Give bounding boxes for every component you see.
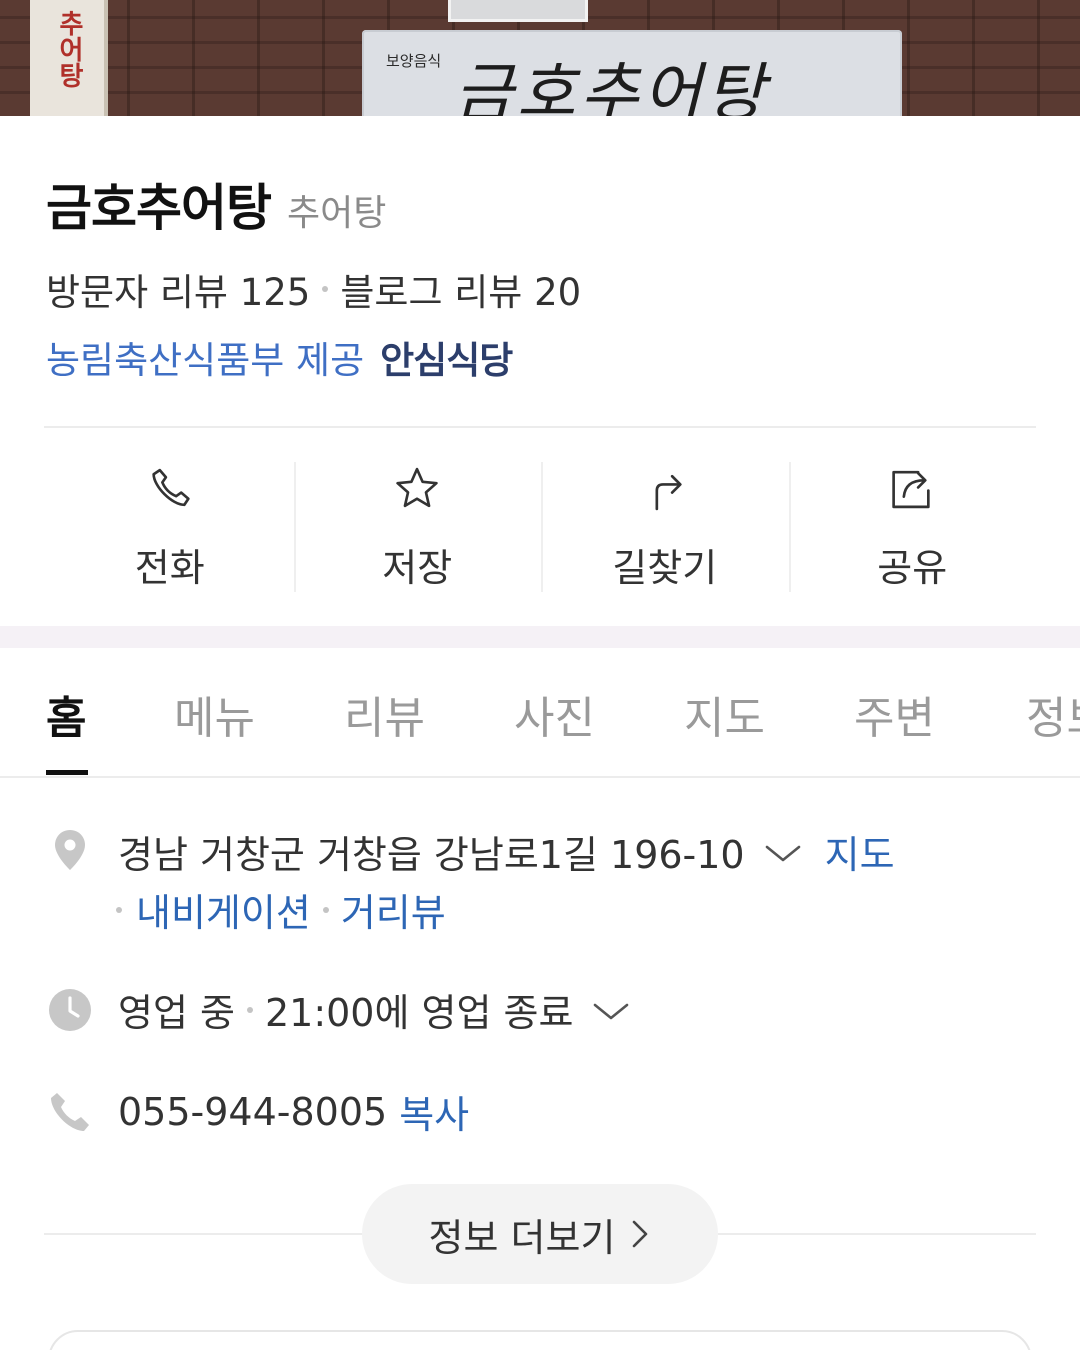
open-status: 영업 중 xyxy=(118,991,235,1035)
save-button[interactable]: 저장 xyxy=(293,462,542,592)
review-summary: 방문자 리뷰 125 블로그 리뷰 20 xyxy=(46,262,581,316)
save-label: 저장 xyxy=(382,546,453,590)
separator-dot xyxy=(322,286,329,292)
active-tab-indicator xyxy=(46,770,88,775)
separator-dot xyxy=(116,906,122,913)
phone-row: 055-944-8005 복사 xyxy=(118,1084,469,1139)
closing-time: 21:00에 영업 종료 xyxy=(264,991,574,1035)
share-button[interactable]: 공유 xyxy=(788,462,1037,592)
more-info-button[interactable]: 정보 더보기 xyxy=(362,1184,718,1284)
side-signboard: 추어탕 xyxy=(30,0,108,116)
directions-label: 길찾기 xyxy=(612,546,718,590)
location-pin-icon xyxy=(55,830,85,870)
tab-home[interactable]: 홈 xyxy=(46,682,86,746)
section-separator xyxy=(0,626,1080,648)
address-row: 경남 거창군 거창읍 강남로1길 196-10 지도 xyxy=(118,824,895,879)
call-button[interactable]: 전화 xyxy=(46,462,294,592)
blog-review-link[interactable]: 블로그 리뷰 20 xyxy=(340,262,581,316)
address-expand-button[interactable] xyxy=(763,830,803,874)
chevron-down-icon xyxy=(594,1003,629,1019)
main-signboard: 보양음식 금호추어탕 xyxy=(362,30,902,116)
separator-dot xyxy=(322,906,329,913)
hours-expand-button[interactable] xyxy=(591,988,631,1032)
share-icon xyxy=(892,470,930,509)
phone-number[interactable]: 055-944-8005 xyxy=(118,1090,387,1134)
action-bar: 전화 저장 길찾기 공유 xyxy=(46,462,1036,592)
share-label: 공유 xyxy=(877,546,948,590)
tab-bar: 홈 메뉴 리뷰 사진 지도 주변 정보 xyxy=(0,648,1080,778)
tab-menu[interactable]: 메뉴 xyxy=(174,682,255,746)
place-category: 추어탕 xyxy=(287,193,387,234)
copy-phone-button[interactable]: 복사 xyxy=(399,1084,469,1139)
building-window xyxy=(448,0,588,22)
call-label: 전화 xyxy=(134,546,205,590)
address-links-row: 내비게이션 거리뷰 xyxy=(116,882,446,937)
safe-restaurant-badge: 안심식당 xyxy=(380,339,513,382)
clock-icon xyxy=(49,989,91,1031)
address-text: 경남 거창군 거창읍 강남로1길 196-10 xyxy=(118,833,745,877)
chevron-down-icon xyxy=(765,845,800,861)
more-info-label: 정보 더보기 xyxy=(428,1215,616,1260)
signboard-title: 금호추어탕 xyxy=(454,57,769,116)
map-link[interactable]: 지도 xyxy=(825,824,895,879)
title-row: 금호추어탕 추어탕 xyxy=(46,168,386,240)
side-signboard-text: 추어탕 xyxy=(54,10,84,88)
visitor-review-link[interactable]: 방문자 리뷰 125 xyxy=(46,262,310,316)
divider xyxy=(44,426,1036,428)
tab-review[interactable]: 리뷰 xyxy=(344,682,425,746)
place-photo[interactable]: 추어탕 보양음식 금호추어탕 xyxy=(0,0,1080,116)
signboard-subtitle: 보양음식 xyxy=(386,52,442,70)
separator-dot xyxy=(246,1006,253,1013)
directions-button[interactable]: 길찾기 xyxy=(541,462,789,592)
chevron-right-icon xyxy=(633,1220,648,1248)
tab-map[interactable]: 지도 xyxy=(684,682,765,746)
star-icon xyxy=(396,467,438,508)
place-card: 금호추어탕 추어탕 방문자 리뷰 125 블로그 리뷰 20 농림축산식품부 제… xyxy=(0,116,1080,1350)
certification-row: 농림축산식품부 제공 안심식당 xyxy=(46,330,513,384)
tab-info[interactable]: 정보 xyxy=(1026,682,1080,746)
navigation-link[interactable]: 내비게이션 xyxy=(136,882,311,937)
directions-icon xyxy=(655,474,682,511)
certification-provider-link[interactable]: 농림축산식품부 제공 xyxy=(46,330,364,384)
phone-icon xyxy=(152,468,190,507)
place-title: 금호추어탕 xyxy=(46,179,272,237)
phone-icon xyxy=(51,1093,89,1131)
next-section-card xyxy=(48,1330,1032,1350)
tab-nearby[interactable]: 주변 xyxy=(854,682,935,746)
hours-row[interactable]: 영업 중 21:00에 영업 종료 xyxy=(118,982,631,1037)
tab-photo[interactable]: 사진 xyxy=(514,682,595,746)
streetview-link[interactable]: 거리뷰 xyxy=(341,882,446,937)
